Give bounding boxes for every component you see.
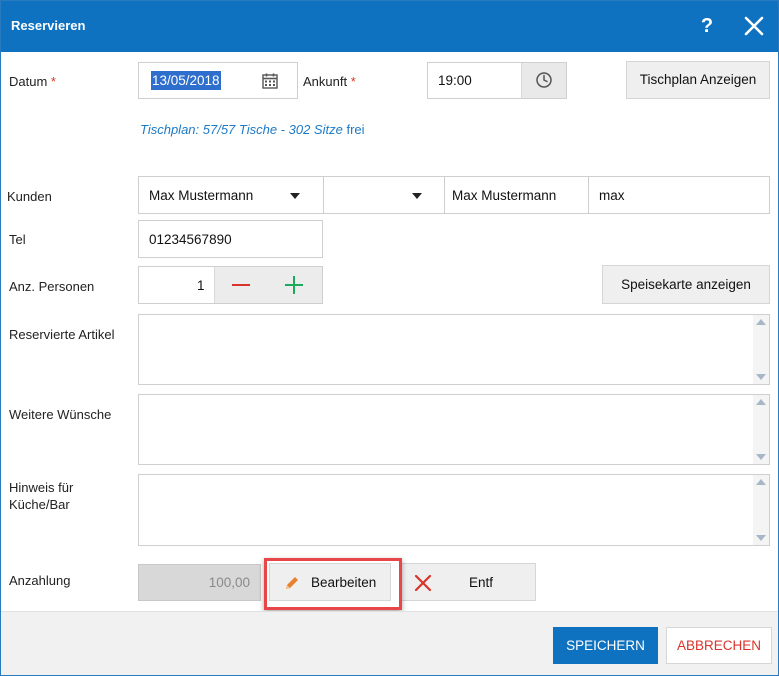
anzahlung-value: 100,00: [208, 575, 250, 590]
calendar-icon[interactable]: [261, 72, 279, 90]
scroll-down-icon[interactable]: [756, 374, 766, 380]
kunden-select-1-value: Max Mustermann: [149, 188, 254, 203]
kunden-name-field[interactable]: Max Mustermann: [445, 177, 589, 213]
datum-field[interactable]: 13/05/2018: [138, 62, 298, 99]
scroll-down-icon[interactable]: [756, 535, 766, 541]
scroll-up-icon[interactable]: [756, 479, 766, 485]
required-mark: *: [50, 74, 56, 89]
datum-value: 13/05/2018: [151, 71, 221, 90]
ankunft-value: 19:00: [438, 73, 472, 88]
personen-value[interactable]: 1: [197, 278, 205, 293]
kunden-select-1[interactable]: Max Mustermann: [139, 177, 324, 213]
tischplan-info-text: Tischplan: 57/57 Tische - 302 Sitze: [140, 122, 343, 137]
close-icon[interactable]: [741, 13, 767, 39]
tischplan-info: Tischplan: 57/57 Tische - 302 Sitze frei: [140, 122, 365, 137]
personen-stepper: 1: [138, 266, 323, 304]
hinweis-label: Hinweis für Küche/Bar: [9, 480, 74, 512]
scrollbar[interactable]: [753, 315, 769, 384]
datum-label: Datum *: [9, 74, 56, 89]
kunden-short-field[interactable]: max: [589, 177, 769, 213]
tischplan-frei: frei: [346, 122, 365, 137]
tel-value: 01234567890: [149, 232, 232, 247]
cancel-button[interactable]: ABBRECHEN: [666, 627, 772, 664]
artikel-textarea[interactable]: [138, 314, 770, 385]
plus-icon[interactable]: [283, 275, 305, 295]
tel-label: Tel: [9, 232, 26, 247]
wuensche-textarea[interactable]: [138, 394, 770, 465]
clock-button[interactable]: [521, 63, 566, 98]
kunden-name-value: Max Mustermann: [452, 188, 557, 203]
anzahlung-field: 100,00: [138, 564, 261, 601]
help-icon[interactable]: ?: [695, 13, 719, 39]
chevron-down-icon: [290, 193, 300, 199]
entf-label: Entf: [469, 575, 494, 590]
titlebar: Reservieren ?: [1, 1, 778, 52]
tel-field[interactable]: 01234567890: [138, 220, 323, 258]
minus-icon[interactable]: [229, 276, 253, 294]
highlight-box: [264, 558, 402, 610]
tischplan-anzeigen-button[interactable]: Tischplan Anzeigen: [626, 61, 770, 99]
speisekarte-anzeigen-button[interactable]: Speisekarte anzeigen: [602, 265, 770, 304]
reservation-dialog: Reservieren ? Datum * 13/05/2018 Ankunft…: [0, 0, 779, 676]
save-button[interactable]: SPEICHERN: [553, 627, 658, 664]
scrollbar[interactable]: [753, 475, 769, 545]
kunden-row: Max Mustermann Max Mustermann max: [138, 176, 770, 214]
kunden-select-2[interactable]: [324, 177, 445, 213]
scroll-down-icon[interactable]: [756, 454, 766, 460]
scroll-up-icon[interactable]: [756, 319, 766, 325]
artikel-label: Reservierte Artikel: [9, 327, 115, 342]
wuensche-label: Weitere Wünsche: [9, 407, 112, 422]
kunden-short-value: max: [599, 188, 625, 203]
ankunft-field[interactable]: 19:00: [427, 62, 567, 99]
footer: [1, 611, 778, 675]
hinweis-textarea[interactable]: [138, 474, 770, 546]
kunden-label: Kunden: [7, 189, 52, 204]
delete-x-icon: [413, 573, 433, 593]
scrollbar[interactable]: [753, 395, 769, 464]
chevron-down-icon: [412, 193, 422, 199]
ankunft-label: Ankunft *: [303, 74, 356, 89]
clock-icon: [535, 71, 553, 89]
scroll-up-icon[interactable]: [756, 399, 766, 405]
stepper-buttons: [214, 267, 322, 303]
anzahlung-label: Anzahlung: [9, 573, 71, 588]
personen-label: Anz. Personen: [9, 279, 95, 294]
entf-button[interactable]: Entf: [401, 563, 536, 601]
dialog-title: Reservieren: [11, 18, 86, 33]
